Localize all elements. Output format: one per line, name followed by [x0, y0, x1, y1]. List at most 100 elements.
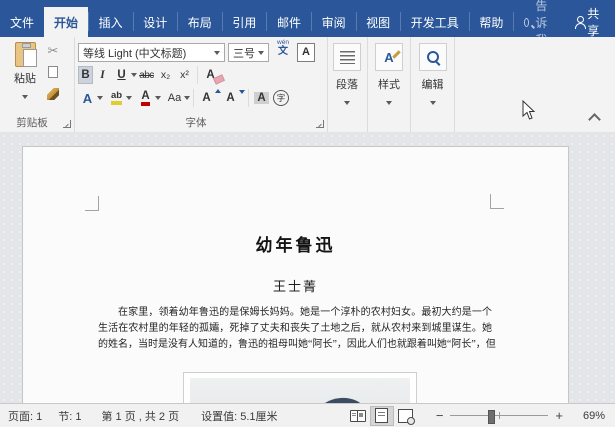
print-layout-button[interactable]	[369, 405, 394, 426]
document-title: 幼年鲁迅	[255, 236, 336, 255]
dropdown-arrow	[429, 101, 436, 105]
status-page-number[interactable]: 页面: 1	[8, 408, 42, 424]
tab-review[interactable]: 审阅	[312, 7, 356, 37]
highlight-icon: ab	[110, 91, 123, 105]
crop-mark-left	[85, 196, 99, 211]
grow-font-button[interactable]: A	[197, 89, 221, 107]
zoom-out-button[interactable]: −	[432, 409, 448, 422]
subscript-button[interactable]: x₂	[156, 66, 175, 84]
italic-button[interactable]: I	[93, 66, 112, 84]
body-line: 的姓名，当时是没有人知道的，鲁迅的祖母叫她“阿长”，因此人们也就跟着叫她“阿长”…	[98, 339, 496, 350]
phonetic-guide-button[interactable]: wén 文	[274, 39, 292, 57]
change-case-button[interactable]: Aa	[165, 89, 184, 107]
shrink-font-button[interactable]: A	[221, 89, 245, 107]
clear-formatting-button[interactable]: A	[201, 66, 226, 85]
font-name-combobox[interactable]: 等线 Light (中文标题)	[78, 43, 225, 62]
tab-insert[interactable]: 插入	[89, 7, 133, 37]
dropdown-arrow	[155, 96, 161, 100]
font-row-2: B I U abc x₂ x² A	[78, 65, 226, 85]
paragraph-group-button[interactable]: 段落	[327, 37, 368, 132]
dropdown-arrow	[22, 95, 28, 99]
down-triangle-icon	[239, 90, 245, 94]
font-color-button[interactable]: A	[136, 89, 155, 107]
zoom-in-button[interactable]: +	[551, 409, 567, 422]
editing-icon-box	[418, 43, 447, 71]
read-mode-button[interactable]	[346, 406, 370, 426]
font-color-icon: A	[141, 90, 150, 106]
copy-button[interactable]	[42, 62, 64, 82]
text-effects-button[interactable]: A	[78, 89, 97, 107]
eraser-icon	[212, 74, 226, 85]
body-line: 生活在农村里的年轻的孤孀，死掉了丈夫和丧失了土地之后，就从农村来到城里谋生。她	[98, 323, 492, 334]
copy-icon	[48, 63, 61, 78]
styles-label: 样式	[378, 79, 400, 91]
underline-button[interactable]: U	[112, 66, 131, 84]
character-border-button[interactable]: A	[297, 43, 315, 62]
zoom-slider[interactable]	[450, 409, 549, 424]
status-section[interactable]: 节: 1	[58, 408, 81, 424]
superscript-button[interactable]: x²	[175, 66, 194, 84]
styles-group-button[interactable]: A 样式	[368, 37, 411, 132]
status-page-info[interactable]: 第 1 页 , 共 2 页	[101, 408, 179, 424]
tab-home[interactable]: 开始	[44, 7, 89, 37]
print-layout-icon	[375, 408, 389, 423]
zoom-percentage[interactable]: 69%	[577, 410, 605, 422]
magnifier-icon	[426, 51, 439, 63]
separator	[193, 89, 194, 107]
paste-label: 粘贴	[14, 73, 36, 85]
web-layout-button[interactable]	[394, 406, 418, 426]
font-row-3: A ab A Aa A A A 字	[78, 88, 291, 108]
font-size-combobox[interactable]: 三号	[228, 43, 269, 62]
mouse-cursor	[522, 100, 536, 120]
crop-mark-right	[490, 194, 504, 209]
share-label: 共享	[587, 7, 600, 38]
dropdown-arrow	[386, 101, 392, 105]
paragraph-icon-box	[333, 43, 361, 71]
tell-me-search[interactable]: 告诉我	[514, 0, 563, 47]
tab-file[interactable]: 文件	[0, 7, 44, 37]
cut-button[interactable]: ✂	[42, 41, 64, 61]
dropdown-arrow	[126, 96, 132, 100]
paste-button[interactable]: 粘贴	[6, 42, 44, 104]
status-setting-value[interactable]: 设置值: 5.1厘米	[201, 408, 277, 424]
inline-picture[interactable]	[183, 372, 417, 403]
tab-design[interactable]: 设计	[133, 7, 177, 37]
tab-layout[interactable]: 布局	[178, 7, 222, 37]
font-dialog-launcher[interactable]	[316, 120, 324, 128]
grow-font-label: A	[202, 92, 211, 104]
clipboard-dialog-launcher[interactable]	[63, 120, 71, 128]
tab-mailings[interactable]: 邮件	[267, 7, 311, 37]
document-page[interactable]: 幼年鲁迅 王士菁 在家里，领着幼年鲁迅的是保姆长妈妈。她是一个淳朴的农村妇女。最…	[22, 146, 569, 403]
shrink-font-label: A	[226, 92, 235, 104]
character-shading-button[interactable]: A	[252, 89, 271, 107]
editing-group-button[interactable]: 编辑	[411, 37, 455, 132]
bold-button[interactable]: B	[78, 66, 93, 84]
format-painter-button[interactable]	[42, 84, 64, 104]
view-switcher	[346, 405, 418, 426]
dropdown-arrow	[184, 96, 190, 100]
tab-help[interactable]: 帮助	[469, 7, 513, 37]
tab-view[interactable]: 视图	[356, 7, 400, 37]
dropdown-arrow	[214, 50, 220, 55]
enclose-characters-button[interactable]: 字	[271, 89, 291, 107]
paragraph-label: 段落	[336, 79, 358, 91]
format-painter-icon	[47, 88, 59, 100]
zoom-control: − + 69%	[432, 409, 615, 424]
body-line: 在家里，领着幼年鲁迅的是保姆长妈妈。她是一个淳朴的农村妇女。最初大约是一个	[118, 307, 492, 318]
group-clipboard: 粘贴 ✂ 剪贴板	[0, 37, 75, 132]
share-person-icon	[575, 16, 587, 29]
zoom-slider-thumb[interactable]	[487, 409, 495, 424]
phonetic-char: 文	[278, 45, 288, 57]
tab-references[interactable]: 引用	[222, 7, 266, 37]
highlight-button[interactable]: ab	[107, 89, 126, 107]
menu-bar: 文件 开始 插入 设计 布局 引用 邮件 审阅 视图 开发工具 帮助 告诉我 共…	[0, 0, 615, 47]
picture-content	[190, 378, 410, 403]
collapse-ribbon-icon[interactable]	[588, 113, 601, 126]
share-button[interactable]: 共享	[563, 7, 615, 38]
read-mode-icon	[349, 409, 366, 422]
paragraph-lines-icon	[339, 50, 355, 64]
font-name-value: 等线 Light (中文标题)	[83, 47, 187, 60]
strikethrough-button[interactable]: abc	[137, 66, 156, 84]
search-icon	[523, 17, 530, 27]
tab-developer[interactable]: 开发工具	[401, 7, 469, 37]
